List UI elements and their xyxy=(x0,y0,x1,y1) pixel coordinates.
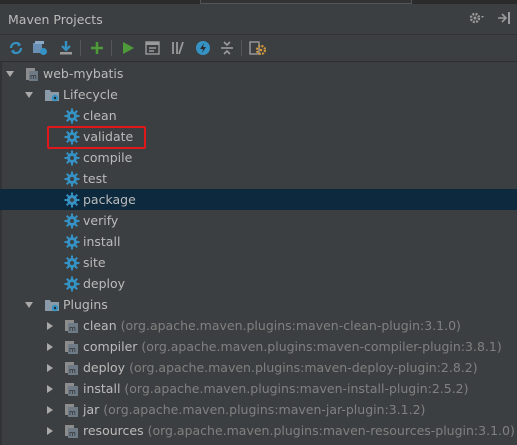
maven-plugin-icon: m xyxy=(65,341,78,354)
goal-gear-icon xyxy=(64,108,80,124)
svg-text:m: m xyxy=(69,325,76,333)
lifecycle-phase-site[interactable]: site xyxy=(0,252,517,273)
plugin-row-jar[interactable]: m jar (org.apache.maven.plugins:maven-jar… xyxy=(0,399,517,420)
plugin-coordinates: (org.apache.maven.plugins:maven-install-… xyxy=(124,381,469,396)
tree-row-project[interactable]: m web-mybatis xyxy=(0,63,517,84)
expand-arrow-icon[interactable] xyxy=(24,90,34,100)
plugin-name: deploy xyxy=(83,360,126,375)
svg-text:m: m xyxy=(69,430,76,438)
collapsed-arrow-icon[interactable] xyxy=(45,384,55,394)
expand-arrow-icon[interactable] xyxy=(24,300,34,310)
collapse-all-icon[interactable] xyxy=(218,39,236,57)
add-icon[interactable] xyxy=(88,39,106,57)
goal-gear-icon xyxy=(64,150,80,166)
phase-label: site xyxy=(83,255,106,270)
plugin-coordinates: (org.apache.maven.plugins:maven-clean-pl… xyxy=(120,318,461,333)
lifecycle-phase-install[interactable]: install xyxy=(0,231,517,252)
phase-label: package xyxy=(83,192,136,207)
lifecycle-phase-clean[interactable]: clean xyxy=(0,105,517,126)
maven-project-icon: m xyxy=(26,68,38,81)
lifecycle-folder-icon xyxy=(45,90,59,102)
skip-tests-icon[interactable] xyxy=(194,39,212,57)
goal-gear-icon xyxy=(64,171,80,187)
svg-text:m: m xyxy=(69,346,76,354)
plugins-label: Plugins xyxy=(63,297,108,312)
goal-gear-icon xyxy=(64,276,80,292)
plugin-row-clean[interactable]: m clean (org.apache.maven.plugins:maven-c… xyxy=(0,315,517,336)
settings-gear-icon[interactable] xyxy=(469,11,487,25)
phase-label: compile xyxy=(83,150,133,165)
maven-plugin-icon: m xyxy=(65,362,78,375)
plugin-coordinates: (org.apache.maven.plugins:maven-deploy-p… xyxy=(129,360,478,375)
generate-sources-icon[interactable] xyxy=(31,39,49,57)
phase-label: install xyxy=(83,234,121,249)
tree-row-plugins[interactable]: Plugins xyxy=(0,294,517,315)
plugin-name: install xyxy=(83,381,121,396)
collapsed-arrow-icon[interactable] xyxy=(45,321,55,331)
download-icon[interactable] xyxy=(57,39,75,57)
collapsed-arrow-icon[interactable] xyxy=(45,342,55,352)
phase-label: clean xyxy=(83,108,117,123)
selection-highlight-box xyxy=(47,126,146,149)
goal-gear-icon xyxy=(64,234,80,250)
maven-projects-tree: m web-mybatis Lifecycle clean validate com… xyxy=(0,62,517,445)
collapsed-arrow-icon[interactable] xyxy=(45,405,55,415)
plugin-name: resources xyxy=(83,423,144,438)
lifecycle-phase-deploy[interactable]: deploy xyxy=(0,273,517,294)
collapsed-arrow-icon[interactable] xyxy=(45,426,55,436)
lifecycle-phase-test[interactable]: test xyxy=(0,168,517,189)
maven-plugin-icon: m xyxy=(65,425,78,438)
tool-window-header: Maven Projects xyxy=(0,4,517,35)
plugin-row-deploy[interactable]: m deploy (org.apache.maven.plugins:maven-… xyxy=(0,357,517,378)
maven-plugin-icon: m xyxy=(65,383,78,396)
plugin-row-install[interactable]: m install (org.apache.maven.plugins:maven… xyxy=(0,378,517,399)
lifecycle-label: Lifecycle xyxy=(63,87,118,102)
plugin-coordinates: (org.apache.maven.plugins:maven-compiler… xyxy=(141,339,502,354)
lifecycle-phase-compile[interactable]: compile xyxy=(0,147,517,168)
goal-gear-icon xyxy=(64,192,80,208)
svg-text:m: m xyxy=(69,409,76,417)
maven-toolbar xyxy=(0,35,517,62)
lifecycle-phase-verify[interactable]: verify xyxy=(0,210,517,231)
lifecycle-phase-package[interactable]: package xyxy=(0,189,517,210)
svg-text:m: m xyxy=(69,367,76,375)
plugin-name: clean xyxy=(83,318,117,333)
plugin-coordinates: (org.apache.maven.plugins:maven-jar-plug… xyxy=(103,402,426,417)
phase-label: verify xyxy=(83,213,119,228)
plugin-row-resources[interactable]: m resources (org.apache.maven.plugins:mav… xyxy=(0,420,517,441)
phase-label: deploy xyxy=(83,276,126,291)
maven-plugin-icon: m xyxy=(65,404,78,417)
maven-plugin-icon: m xyxy=(65,320,78,333)
reimport-icon[interactable] xyxy=(7,39,25,57)
maven-settings-icon[interactable] xyxy=(249,39,267,57)
run-icon[interactable] xyxy=(119,39,137,57)
svg-text:m: m xyxy=(69,388,76,396)
svg-text:m: m xyxy=(30,73,37,81)
plugin-row-compiler[interactable]: m compiler (org.apache.maven.plugins:mave… xyxy=(0,336,517,357)
tool-window-title: Maven Projects xyxy=(8,12,103,27)
plugin-name: jar xyxy=(83,402,100,417)
hide-panel-icon[interactable] xyxy=(497,11,511,25)
plugins-folder-icon xyxy=(45,300,59,312)
goal-gear-icon xyxy=(64,255,80,271)
execute-goal-icon[interactable] xyxy=(144,39,162,57)
tree-row-lifecycle[interactable]: Lifecycle xyxy=(0,84,517,105)
collapsed-arrow-icon[interactable] xyxy=(45,363,55,373)
goal-gear-icon xyxy=(64,213,80,229)
plugin-name: compiler xyxy=(83,339,138,354)
project-name: web-mybatis xyxy=(43,66,124,81)
plugin-coordinates: (org.apache.maven.plugins:maven-resource… xyxy=(147,423,515,438)
toggle-offline-icon[interactable] xyxy=(169,39,187,57)
phase-label: test xyxy=(83,171,108,186)
expand-arrow-icon[interactable] xyxy=(5,69,15,79)
